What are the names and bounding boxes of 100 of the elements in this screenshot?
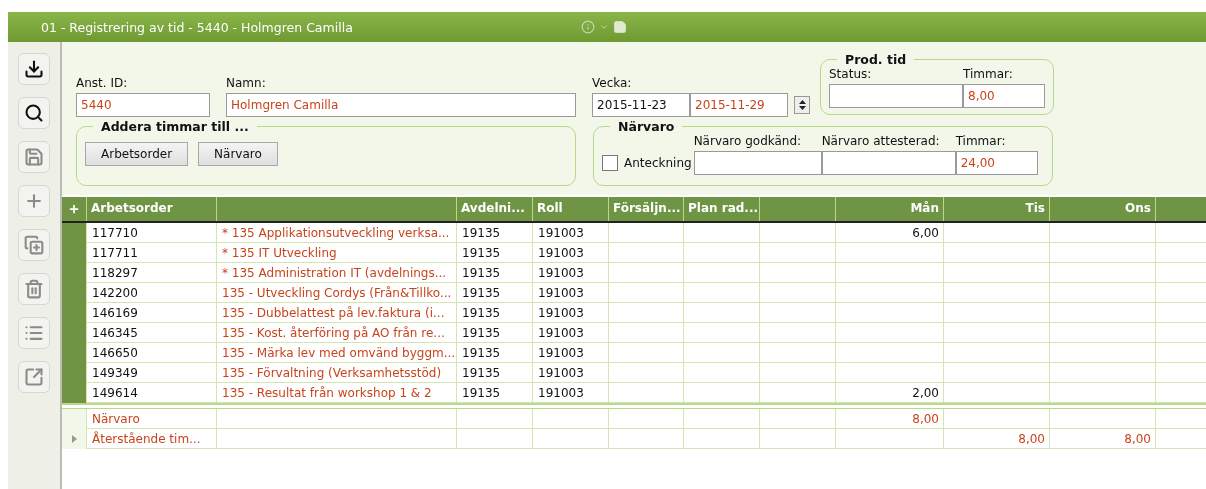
window-title: 01 - Registrering av tid - 5440 - Holmgren Camilla xyxy=(41,19,354,35)
group-title: Addera timmar till ... xyxy=(100,119,250,134)
table-cell: 117711 xyxy=(86,243,216,263)
search-icon xyxy=(24,103,44,123)
table-cell: 135 - Dubbelattest på lev.faktura (i... xyxy=(216,303,456,323)
table-cell: * 135 Applikationsutveckling verksa... xyxy=(216,223,456,243)
table-cell: Återstående tim... xyxy=(86,429,216,449)
table-cell: 19135 xyxy=(456,383,532,403)
table-cell: 19135 xyxy=(456,323,532,343)
table-cell: 8,00 xyxy=(835,409,943,429)
table-cell xyxy=(1155,429,1206,449)
table-cell xyxy=(1155,383,1206,403)
save-icon xyxy=(24,147,44,167)
field-label: Vecka: xyxy=(592,76,633,90)
table-cell: 135 - Kost. återföring på AO från re... xyxy=(216,323,456,343)
table-cell: 191003 xyxy=(532,343,608,363)
table-cell: 191003 xyxy=(532,363,608,383)
table-cell: 135 - Märka lev med omvänd byggm... xyxy=(216,343,456,363)
download-icon xyxy=(24,59,44,79)
table-cell: 135 - Utveckling Cordys (Från&Tillko... xyxy=(216,283,456,303)
name-field[interactable]: Holmgren Camilla xyxy=(226,93,576,117)
column-header[interactable]: Försäljn... xyxy=(608,197,683,221)
column-header[interactable]: Arbetsorder xyxy=(86,197,216,221)
table-cell xyxy=(1155,243,1206,263)
table-cell xyxy=(1155,343,1206,363)
note-checkbox[interactable] xyxy=(602,155,618,171)
table-cell: 19135 xyxy=(456,283,532,303)
table-cell: 191003 xyxy=(532,263,608,283)
column-header[interactable]: Tis xyxy=(943,197,1049,221)
table-cell: 146169 xyxy=(86,303,216,323)
table-cell xyxy=(1155,323,1206,343)
table-cell xyxy=(1155,363,1206,383)
table-cell: 117710 xyxy=(86,223,216,243)
field-label: Status: xyxy=(829,67,873,81)
status-field[interactable] xyxy=(829,84,963,108)
table-cell: 191003 xyxy=(532,323,608,343)
table-cell: 19135 xyxy=(456,243,532,263)
column-header[interactable]: Mån xyxy=(835,197,943,221)
table-cell: 149349 xyxy=(86,363,216,383)
table-cell: 191003 xyxy=(532,283,608,303)
table-cell xyxy=(1155,263,1206,283)
copy-icon xyxy=(24,235,44,255)
week-end-field[interactable]: 2015-11-29 xyxy=(690,93,788,117)
download-button[interactable] xyxy=(18,53,50,85)
table-cell: 19135 xyxy=(456,223,532,243)
table-cell: Närvaro xyxy=(86,409,216,429)
table-cell: 149614 xyxy=(86,383,216,403)
note-icon[interactable] xyxy=(613,20,627,34)
field-label: Timmar: xyxy=(963,67,1014,81)
table-cell: 135 - Förvaltning (Verksamhetsstöd) xyxy=(216,363,456,383)
table-cell: 19135 xyxy=(456,363,532,383)
table-cell xyxy=(1155,409,1206,429)
attested-field[interactable] xyxy=(821,151,956,175)
column-header[interactable]: Plan rad... xyxy=(683,197,759,221)
table-cell: * 135 IT Utveckling xyxy=(216,243,456,263)
column-header[interactable]: Roll xyxy=(532,197,608,221)
checkbox-label: Anteckning xyxy=(624,156,692,170)
approved-field[interactable] xyxy=(693,151,822,175)
table-cell: 135 - Resultat från workshop 1 & 2 xyxy=(216,383,456,403)
table-cell: 191003 xyxy=(532,243,608,263)
table-cell: 146345 xyxy=(86,323,216,343)
field-label: Timmar: xyxy=(955,134,1007,148)
group-title: Prod. tid xyxy=(844,52,908,67)
hours-field[interactable]: 8,00 xyxy=(963,84,1045,108)
table-cell xyxy=(1155,303,1206,323)
field-label: Närvaro godkänd: xyxy=(693,134,803,148)
column-header[interactable]: Ons xyxy=(1049,197,1155,221)
table-cell: 142200 xyxy=(86,283,216,303)
add-row-icon[interactable] xyxy=(68,203,80,215)
add-hours-button[interactable]: Arbetsorder xyxy=(85,142,189,166)
expand-icon xyxy=(24,367,44,387)
table-cell: 19135 xyxy=(456,263,532,283)
add-hours-button[interactable]: Närvaro xyxy=(198,142,278,166)
table-cell: 8,00 xyxy=(1049,429,1155,449)
current-row-icon xyxy=(71,435,77,443)
week-start-field[interactable]: 2015-11-23 xyxy=(592,93,690,117)
table-cell: 191003 xyxy=(532,303,608,323)
table-cell: 19135 xyxy=(456,303,532,323)
table-cell: 118297 xyxy=(86,263,216,283)
search-button[interactable] xyxy=(18,97,50,129)
table-cell xyxy=(1155,223,1206,243)
list-icon xyxy=(24,323,44,343)
table-cell: 191003 xyxy=(532,223,608,243)
table-cell: 146650 xyxy=(86,343,216,363)
field-label: Anst. ID: xyxy=(76,76,129,90)
group-title: Närvaro xyxy=(617,119,676,134)
caret-icon[interactable] xyxy=(599,22,609,32)
table-cell: * 135 Administration IT (avdelnings... xyxy=(216,263,456,283)
table-cell xyxy=(1155,283,1206,303)
table-cell: 8,00 xyxy=(943,429,1049,449)
field-label: Närvaro attesterad: xyxy=(821,134,941,148)
employee-id-field[interactable]: 5440 xyxy=(76,93,210,117)
table-cell: 19135 xyxy=(456,343,532,363)
column-header[interactable]: Avdelni... xyxy=(456,197,532,221)
week-spinner[interactable] xyxy=(794,96,810,114)
field-label: Namn: xyxy=(226,76,267,90)
info-icon[interactable] xyxy=(581,20,595,34)
delete-icon xyxy=(24,279,44,299)
table-cell: 6,00 xyxy=(835,223,943,243)
hours-field[interactable]: 24,00 xyxy=(955,151,1038,175)
